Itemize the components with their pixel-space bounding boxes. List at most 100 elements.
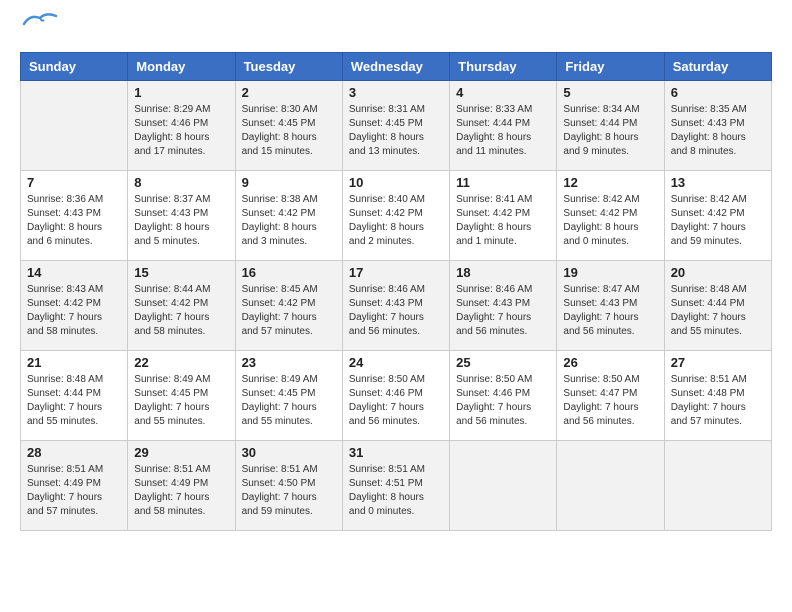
day-info: Sunrise: 8:50 AMSunset: 4:46 PMDaylight:… <box>456 373 550 429</box>
day-number: 23 <box>242 355 336 370</box>
calendar-cell: 31 Sunrise: 8:51 AMSunset: 4:51 PMDayligh… <box>342 441 449 531</box>
day-info: Sunrise: 8:29 AMSunset: 4:46 PMDaylight:… <box>134 103 228 159</box>
calendar-cell: 20Sunrise: 8:48 AMSunset: 4:44 PMDayligh… <box>664 261 771 351</box>
day-header-wednesday: Wednesday <box>342 53 449 81</box>
day-header-monday: Monday <box>128 53 235 81</box>
day-number: 11 <box>456 175 550 190</box>
calendar-cell <box>557 441 664 531</box>
day-info: Sunrise: 8:51 AMSunset: 4:49 PMDaylight:… <box>134 463 228 519</box>
day-info: Sunrise: 8:51 AMSunset: 4:51 PMDaylight:… <box>349 463 443 519</box>
calendar-cell: 13 Sunrise: 8:42 AMSunset: 4:42 PMDayligh… <box>664 171 771 261</box>
day-info: Sunrise: 8:37 AMSunset: 4:43 PMDaylight:… <box>134 193 228 249</box>
calendar-cell: 16 Sunrise: 8:45 AMSunset: 4:42 PMDayligh… <box>235 261 342 351</box>
logo <box>20 20 58 42</box>
day-number: 29 <box>134 445 228 460</box>
calendar-header-row: SundayMondayTuesdayWednesdayThursdayFrid… <box>21 53 772 81</box>
calendar-cell: 24 Sunrise: 8:50 AMSunset: 4:46 PMDayligh… <box>342 351 449 441</box>
day-number: 15 <box>134 265 228 280</box>
calendar-cell: 22 Sunrise: 8:49 AMSunset: 4:45 PMDayligh… <box>128 351 235 441</box>
day-info: Sunrise: 8:30 AMSunset: 4:45 PMDaylight:… <box>242 103 336 159</box>
calendar-cell: 15 Sunrise: 8:44 AMSunset: 4:42 PMDayligh… <box>128 261 235 351</box>
calendar-cell: 1Sunrise: 8:29 AMSunset: 4:46 PMDaylight… <box>128 81 235 171</box>
day-number: 2 <box>242 85 336 100</box>
calendar-cell: 2 Sunrise: 8:30 AMSunset: 4:45 PMDaylight… <box>235 81 342 171</box>
day-info: Sunrise: 8:40 AMSunset: 4:42 PMDaylight:… <box>349 193 443 249</box>
day-number: 12 <box>563 175 657 190</box>
calendar-week-row: 21Sunrise: 8:48 AMSunset: 4:44 PMDayligh… <box>21 351 772 441</box>
day-info: Sunrise: 8:36 AMSunset: 4:43 PMDaylight:… <box>27 193 121 249</box>
day-info: Sunrise: 8:45 AMSunset: 4:42 PMDaylight:… <box>242 283 336 339</box>
day-info: Sunrise: 8:50 AMSunset: 4:46 PMDaylight:… <box>349 373 443 429</box>
day-number: 24 <box>349 355 443 370</box>
day-info: Sunrise: 8:41 AMSunset: 4:42 PMDaylight:… <box>456 193 550 249</box>
calendar-cell: 27Sunrise: 8:51 AMSunset: 4:48 PMDayligh… <box>664 351 771 441</box>
day-number: 7 <box>27 175 121 190</box>
day-info: Sunrise: 8:38 AMSunset: 4:42 PMDaylight:… <box>242 193 336 249</box>
calendar-week-row: 28 Sunrise: 8:51 AMSunset: 4:49 PMDayligh… <box>21 441 772 531</box>
day-number: 6 <box>671 85 765 100</box>
day-number: 25 <box>456 355 550 370</box>
day-header-saturday: Saturday <box>664 53 771 81</box>
calendar-cell: 12 Sunrise: 8:42 AMSunset: 4:42 PMDayligh… <box>557 171 664 261</box>
day-info: Sunrise: 8:49 AMSunset: 4:45 PMDaylight:… <box>134 373 228 429</box>
day-info: Sunrise: 8:35 AMSunset: 4:43 PMDaylight:… <box>671 103 765 159</box>
calendar-cell: 19 Sunrise: 8:47 AMSunset: 4:43 PMDayligh… <box>557 261 664 351</box>
day-info: Sunrise: 8:47 AMSunset: 4:43 PMDaylight:… <box>563 283 657 339</box>
day-info: Sunrise: 8:51 AMSunset: 4:49 PMDaylight:… <box>27 463 121 519</box>
day-info: Sunrise: 8:42 AMSunset: 4:42 PMDaylight:… <box>671 193 765 249</box>
day-info: Sunrise: 8:46 AMSunset: 4:43 PMDaylight:… <box>349 283 443 339</box>
day-number: 21 <box>27 355 121 370</box>
calendar-cell: 18 Sunrise: 8:46 AMSunset: 4:43 PMDayligh… <box>450 261 557 351</box>
calendar-cell: 4 Sunrise: 8:33 AMSunset: 4:44 PMDaylight… <box>450 81 557 171</box>
calendar-cell: 5 Sunrise: 8:34 AMSunset: 4:44 PMDaylight… <box>557 81 664 171</box>
calendar-cell: 29 Sunrise: 8:51 AMSunset: 4:49 PMDayligh… <box>128 441 235 531</box>
calendar-cell: 17 Sunrise: 8:46 AMSunset: 4:43 PMDayligh… <box>342 261 449 351</box>
calendar-cell: 11 Sunrise: 8:41 AMSunset: 4:42 PMDayligh… <box>450 171 557 261</box>
day-number: 14 <box>27 265 121 280</box>
day-number: 8 <box>134 175 228 190</box>
day-number: 4 <box>456 85 550 100</box>
day-number: 17 <box>349 265 443 280</box>
calendar-cell: 9 Sunrise: 8:38 AMSunset: 4:42 PMDaylight… <box>235 171 342 261</box>
logo-bird-icon <box>22 10 58 34</box>
calendar-cell: 14 Sunrise: 8:43 AMSunset: 4:42 PMDayligh… <box>21 261 128 351</box>
calendar-cell: 28 Sunrise: 8:51 AMSunset: 4:49 PMDayligh… <box>21 441 128 531</box>
day-number: 16 <box>242 265 336 280</box>
calendar-week-row: 1Sunrise: 8:29 AMSunset: 4:46 PMDaylight… <box>21 81 772 171</box>
day-number: 5 <box>563 85 657 100</box>
calendar-cell: 26 Sunrise: 8:50 AMSunset: 4:47 PMDayligh… <box>557 351 664 441</box>
day-info: Sunrise: 8:43 AMSunset: 4:42 PMDaylight:… <box>27 283 121 339</box>
day-number: 19 <box>563 265 657 280</box>
day-info: Sunrise: 8:44 AMSunset: 4:42 PMDaylight:… <box>134 283 228 339</box>
day-header-thursday: Thursday <box>450 53 557 81</box>
calendar-cell <box>450 441 557 531</box>
day-info: Sunrise: 8:46 AMSunset: 4:43 PMDaylight:… <box>456 283 550 339</box>
calendar-cell: 10Sunrise: 8:40 AMSunset: 4:42 PMDayligh… <box>342 171 449 261</box>
day-number: 31 <box>349 445 443 460</box>
calendar-cell: 6 Sunrise: 8:35 AMSunset: 4:43 PMDaylight… <box>664 81 771 171</box>
day-number: 30 <box>242 445 336 460</box>
day-number: 27 <box>671 355 765 370</box>
day-header-sunday: Sunday <box>21 53 128 81</box>
calendar-table: SundayMondayTuesdayWednesdayThursdayFrid… <box>20 52 772 531</box>
page-header <box>20 20 772 42</box>
day-info: Sunrise: 8:34 AMSunset: 4:44 PMDaylight:… <box>563 103 657 159</box>
day-info: Sunrise: 8:42 AMSunset: 4:42 PMDaylight:… <box>563 193 657 249</box>
day-number: 28 <box>27 445 121 460</box>
calendar-week-row: 7 Sunrise: 8:36 AMSunset: 4:43 PMDaylight… <box>21 171 772 261</box>
day-number: 20 <box>671 265 765 280</box>
day-number: 9 <box>242 175 336 190</box>
day-header-friday: Friday <box>557 53 664 81</box>
day-number: 26 <box>563 355 657 370</box>
calendar-cell <box>664 441 771 531</box>
day-info: Sunrise: 8:31 AMSunset: 4:45 PMDaylight:… <box>349 103 443 159</box>
day-info: Sunrise: 8:33 AMSunset: 4:44 PMDaylight:… <box>456 103 550 159</box>
day-info: Sunrise: 8:50 AMSunset: 4:47 PMDaylight:… <box>563 373 657 429</box>
day-number: 18 <box>456 265 550 280</box>
calendar-cell: 7 Sunrise: 8:36 AMSunset: 4:43 PMDaylight… <box>21 171 128 261</box>
day-number: 13 <box>671 175 765 190</box>
day-info: Sunrise: 8:51 AMSunset: 4:50 PMDaylight:… <box>242 463 336 519</box>
day-number: 22 <box>134 355 228 370</box>
day-header-tuesday: Tuesday <box>235 53 342 81</box>
calendar-cell: 25 Sunrise: 8:50 AMSunset: 4:46 PMDayligh… <box>450 351 557 441</box>
